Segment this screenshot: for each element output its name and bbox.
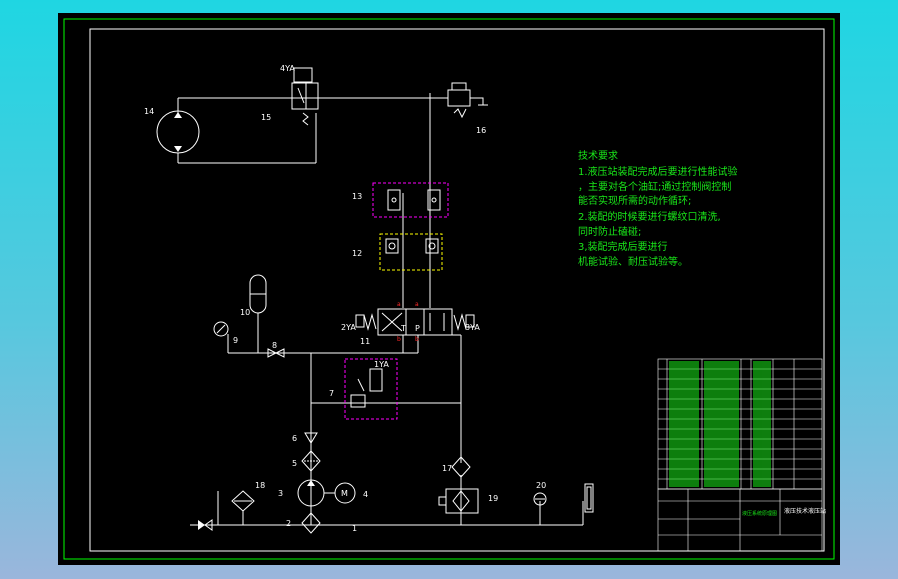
label-3: 3 bbox=[278, 489, 283, 498]
port-marker: a bbox=[415, 301, 419, 308]
notes-line: 能否实现所需的动作循环; bbox=[578, 194, 691, 207]
solenoid-label-2ya: 2YA bbox=[341, 323, 356, 332]
label-18: 18 bbox=[255, 481, 265, 490]
label-10: 10 bbox=[240, 308, 250, 317]
check-valve-block-13 bbox=[372, 182, 449, 218]
port-marker: b bbox=[397, 336, 401, 343]
label-15: 15 bbox=[261, 113, 271, 122]
port-marker: a bbox=[397, 301, 401, 308]
unloading-valve-7 bbox=[344, 358, 398, 420]
notes-line: 3,装配完成后要进行 bbox=[578, 240, 668, 253]
port-marker: b bbox=[415, 336, 419, 343]
notes-line: 1.液压站装配完成后要进行性能试验 bbox=[578, 165, 738, 178]
solenoid-label-3ya: 3YA bbox=[465, 323, 480, 332]
accumulator-10 bbox=[249, 274, 267, 314]
label-8: 8 bbox=[272, 341, 277, 350]
technical-notes: 技术要求 1.液压站装配完成后要进行性能试验 ，主要对各个油缸;通过控制阀控制 … bbox=[578, 149, 738, 268]
relief-valve-16 bbox=[447, 82, 488, 119]
label-9: 9 bbox=[233, 336, 238, 345]
air-filter-18 bbox=[231, 490, 255, 525]
label-12: 12 bbox=[352, 249, 362, 258]
solenoid-label-1ya: 1YA bbox=[374, 360, 389, 369]
hydraulic-motor-14 bbox=[156, 110, 200, 154]
notes-line: 机能试验、耐压试验等。 bbox=[578, 255, 688, 268]
title-block-title: 液压技术液压站 bbox=[784, 507, 826, 515]
label-14: 14 bbox=[144, 107, 154, 116]
notes-line: ，主要对各个油缸;通过控制阀控制 bbox=[578, 180, 731, 193]
port-label-t: T bbox=[400, 324, 406, 333]
label-11: 11 bbox=[360, 337, 370, 346]
parts-list-fill bbox=[669, 361, 771, 487]
notes-line: 同时防止磕碰; bbox=[578, 225, 641, 238]
hydraulic-schematic: M a a b b 1 2 3 4 5 6 7 8 9 10 11 12 13 … bbox=[63, 18, 835, 560]
label-20: 20 bbox=[536, 481, 546, 490]
label-5: 5 bbox=[292, 459, 297, 468]
drawing-sheet: M a a b b 1 2 3 4 5 6 7 8 9 10 11 12 13 … bbox=[58, 13, 840, 565]
svg-text:M: M bbox=[341, 489, 348, 498]
notes-line: 2.装配的时候要进行螺纹口清洗, bbox=[578, 210, 721, 223]
title-block-drawing-name: 液压系统原理图 bbox=[742, 510, 777, 517]
label-17: 17 bbox=[442, 464, 452, 473]
label-6: 6 bbox=[292, 434, 297, 443]
label-13: 13 bbox=[352, 192, 362, 201]
notes-heading: 技术要求 bbox=[578, 149, 618, 162]
label-16: 16 bbox=[476, 126, 486, 135]
filter-bypass-19 bbox=[438, 488, 479, 514]
check-valve-block-12 bbox=[379, 233, 443, 271]
label-1: 1 bbox=[352, 524, 357, 533]
label-4: 4 bbox=[363, 490, 368, 499]
level-gauge bbox=[584, 483, 594, 513]
electric-motor-4: M bbox=[324, 482, 356, 504]
pressure-gauge-9 bbox=[213, 321, 229, 337]
label-7: 7 bbox=[329, 389, 334, 398]
solenoid-label-4ya: 4YA bbox=[280, 64, 295, 73]
label-2: 2 bbox=[286, 519, 291, 528]
port-label-p: P bbox=[415, 324, 420, 333]
title-block bbox=[657, 488, 823, 552]
directional-valve-15 bbox=[291, 67, 319, 126]
label-19: 19 bbox=[488, 494, 498, 503]
